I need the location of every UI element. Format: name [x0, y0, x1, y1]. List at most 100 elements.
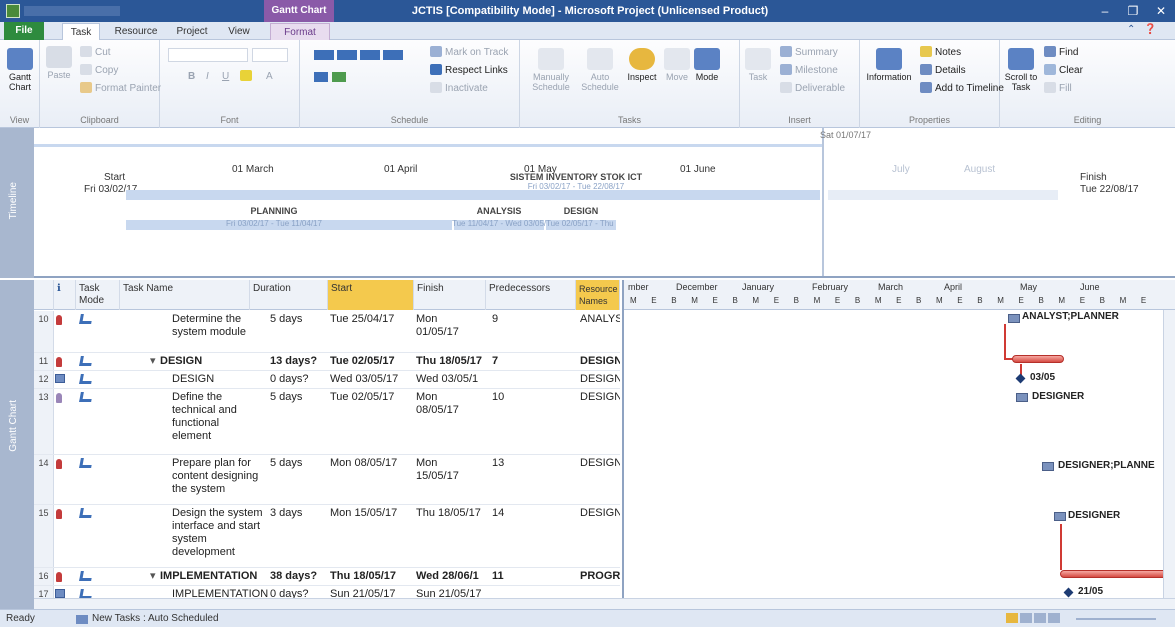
- task-resource[interactable]: PROGR: [580, 570, 620, 583]
- collapse-icon[interactable]: ▾: [150, 570, 156, 583]
- task-duration[interactable]: 38 days?: [270, 570, 317, 583]
- underline-button[interactable]: U: [222, 70, 229, 84]
- tab-file[interactable]: File: [4, 22, 44, 40]
- task-predecessors[interactable]: 11: [492, 570, 504, 583]
- minimize-button[interactable]: –: [1095, 3, 1115, 19]
- summary-button[interactable]: Summary: [780, 46, 838, 60]
- predecessors-header[interactable]: Predecessors: [486, 280, 576, 310]
- fill-color-button[interactable]: [240, 70, 255, 84]
- gantt-chart[interactable]: mber December January February March Apr…: [622, 280, 1175, 598]
- task-start[interactable]: Tue 02/05/17: [330, 391, 394, 404]
- task-name[interactable]: DESIGN: [172, 373, 214, 386]
- project-app-icon[interactable]: [6, 4, 20, 18]
- duration-header[interactable]: Duration: [250, 280, 328, 310]
- task-start[interactable]: Mon 08/05/17: [330, 457, 397, 470]
- task-name[interactable]: IMPLEMENTATION: [172, 588, 270, 598]
- insert-task-button[interactable]: Task: [744, 48, 772, 82]
- table-row[interactable]: 12 DESIGN 0 days? Wed 03/05/17 Wed 03/05…: [34, 371, 620, 389]
- percent-complete-buttons[interactable]: [314, 50, 414, 62]
- start-header[interactable]: Start: [328, 280, 414, 310]
- task-start[interactable]: Thu 18/05/17: [330, 570, 396, 583]
- view-shortcuts[interactable]: [1006, 613, 1066, 625]
- task-name[interactable]: IMPLEMENTATION: [160, 570, 257, 583]
- scroll-to-task-button[interactable]: Scroll to Task: [1004, 48, 1038, 92]
- row-id[interactable]: 14: [34, 455, 54, 504]
- information-button[interactable]: Information: [864, 48, 914, 82]
- row-id[interactable]: 11: [34, 353, 54, 370]
- table-row[interactable]: 15 Design the system interface and start…: [34, 505, 620, 568]
- task-finish[interactable]: Mon 01/05/17: [416, 313, 472, 339]
- restore-button[interactable]: ❐: [1123, 3, 1143, 19]
- italic-button[interactable]: I: [206, 70, 209, 84]
- timeline-view[interactable]: Start Fri 03/02/17 Finish Tue 22/08/17 0…: [34, 128, 1175, 278]
- zoom-slider[interactable]: [1076, 618, 1156, 620]
- fill-button[interactable]: Fill: [1044, 82, 1072, 96]
- tab-view[interactable]: View: [222, 23, 256, 40]
- row-id[interactable]: 12: [34, 371, 54, 388]
- task-finish[interactable]: Mon 08/05/17: [416, 391, 472, 417]
- timeline-project-bar[interactable]: [126, 190, 820, 200]
- details-button[interactable]: Details: [920, 64, 966, 78]
- move-button[interactable]: Move: [662, 48, 692, 82]
- task-predecessors[interactable]: 14: [492, 507, 504, 520]
- copy-button[interactable]: Copy: [80, 64, 118, 78]
- notes-button[interactable]: Notes: [920, 46, 961, 60]
- resource-names-header[interactable]: Resource Names: [576, 280, 620, 310]
- manually-schedule-button[interactable]: Manually Schedule: [526, 48, 576, 92]
- tab-format[interactable]: Format: [270, 23, 330, 40]
- task-finish[interactable]: Thu 18/05/17: [416, 355, 482, 368]
- task-duration[interactable]: 0 days?: [270, 373, 309, 386]
- table-row[interactable]: 10 Determine the system module 5 days Tu…: [34, 311, 620, 353]
- row-id[interactable]: 15: [34, 505, 54, 567]
- task-predecessors[interactable]: 9: [492, 313, 498, 326]
- gantt-chart-button[interactable]: Gantt Chart: [4, 48, 36, 92]
- task-finish[interactable]: Wed 28/06/1: [416, 570, 490, 583]
- inactivate-button[interactable]: Inactivate: [430, 82, 488, 96]
- row-id[interactable]: 13: [34, 389, 54, 454]
- deliverable-button[interactable]: Deliverable: [780, 82, 845, 96]
- task-start[interactable]: Sun 21/05/17: [330, 588, 395, 598]
- indicators-header[interactable]: ℹ: [54, 280, 76, 310]
- task-finish[interactable]: Thu 18/05/17: [416, 507, 496, 520]
- help-icon[interactable]: ❓: [1144, 24, 1156, 35]
- task-resource[interactable]: ANALYS: [580, 313, 620, 326]
- font-size-select[interactable]: [252, 48, 288, 62]
- help-controls[interactable]: ⌃ ❓: [1127, 24, 1169, 38]
- mode-button[interactable]: Mode: [692, 48, 722, 82]
- font-color-button[interactable]: A: [266, 70, 273, 84]
- horizontal-scrollbar[interactable]: [34, 598, 1175, 609]
- task-resource[interactable]: DESIGN: [580, 355, 620, 368]
- task-start[interactable]: Tue 25/04/17: [330, 313, 394, 326]
- tab-project[interactable]: Project: [172, 23, 212, 40]
- task-mode-header[interactable]: Task Mode: [76, 280, 120, 310]
- task-finish[interactable]: Wed 03/05/1: [416, 373, 478, 386]
- link-indent-buttons[interactable]: [314, 72, 374, 84]
- task-resource[interactable]: DESIGN: [580, 457, 620, 470]
- task-predecessors[interactable]: 7: [492, 355, 498, 368]
- vertical-scrollbar[interactable]: [1163, 310, 1175, 598]
- task-name[interactable]: Design the system interface and start sy…: [172, 507, 264, 559]
- table-row[interactable]: 17 IMPLEMENTATION 0 days? Sun 21/05/17 S…: [34, 586, 620, 598]
- select-all-cell[interactable]: [34, 280, 54, 310]
- task-start[interactable]: Wed 03/05/17: [330, 373, 398, 386]
- auto-schedule-button[interactable]: Auto Schedule: [578, 48, 622, 92]
- row-id[interactable]: 10: [34, 311, 54, 352]
- row-id[interactable]: 16: [34, 568, 54, 585]
- task-name[interactable]: Determine the system module: [172, 313, 264, 339]
- table-row[interactable]: 11 ▾ DESIGN 13 days? Tue 02/05/17 Thu 18…: [34, 353, 620, 371]
- task-name[interactable]: Define the technical and functional elem…: [172, 391, 252, 443]
- cut-button[interactable]: Cut: [80, 46, 111, 60]
- quick-access-toolbar[interactable]: [24, 6, 120, 16]
- task-duration[interactable]: 0 days?: [270, 588, 309, 598]
- paste-button[interactable]: Paste: [44, 46, 74, 80]
- milestone-marker[interactable]: [1063, 587, 1074, 598]
- mark-on-track-button[interactable]: Mark on Track: [430, 46, 508, 60]
- summary-bar-implementation[interactable]: [1060, 570, 1174, 578]
- collapse-icon[interactable]: ▾: [150, 355, 156, 368]
- task-duration[interactable]: 5 days: [270, 313, 302, 326]
- inspect-button[interactable]: Inspect: [624, 48, 660, 82]
- task-name[interactable]: DESIGN: [160, 355, 202, 368]
- task-duration[interactable]: 13 days?: [270, 355, 317, 368]
- task-resource[interactable]: DESIGN: [580, 373, 620, 386]
- minimize-ribbon-icon[interactable]: ⌃: [1127, 24, 1135, 35]
